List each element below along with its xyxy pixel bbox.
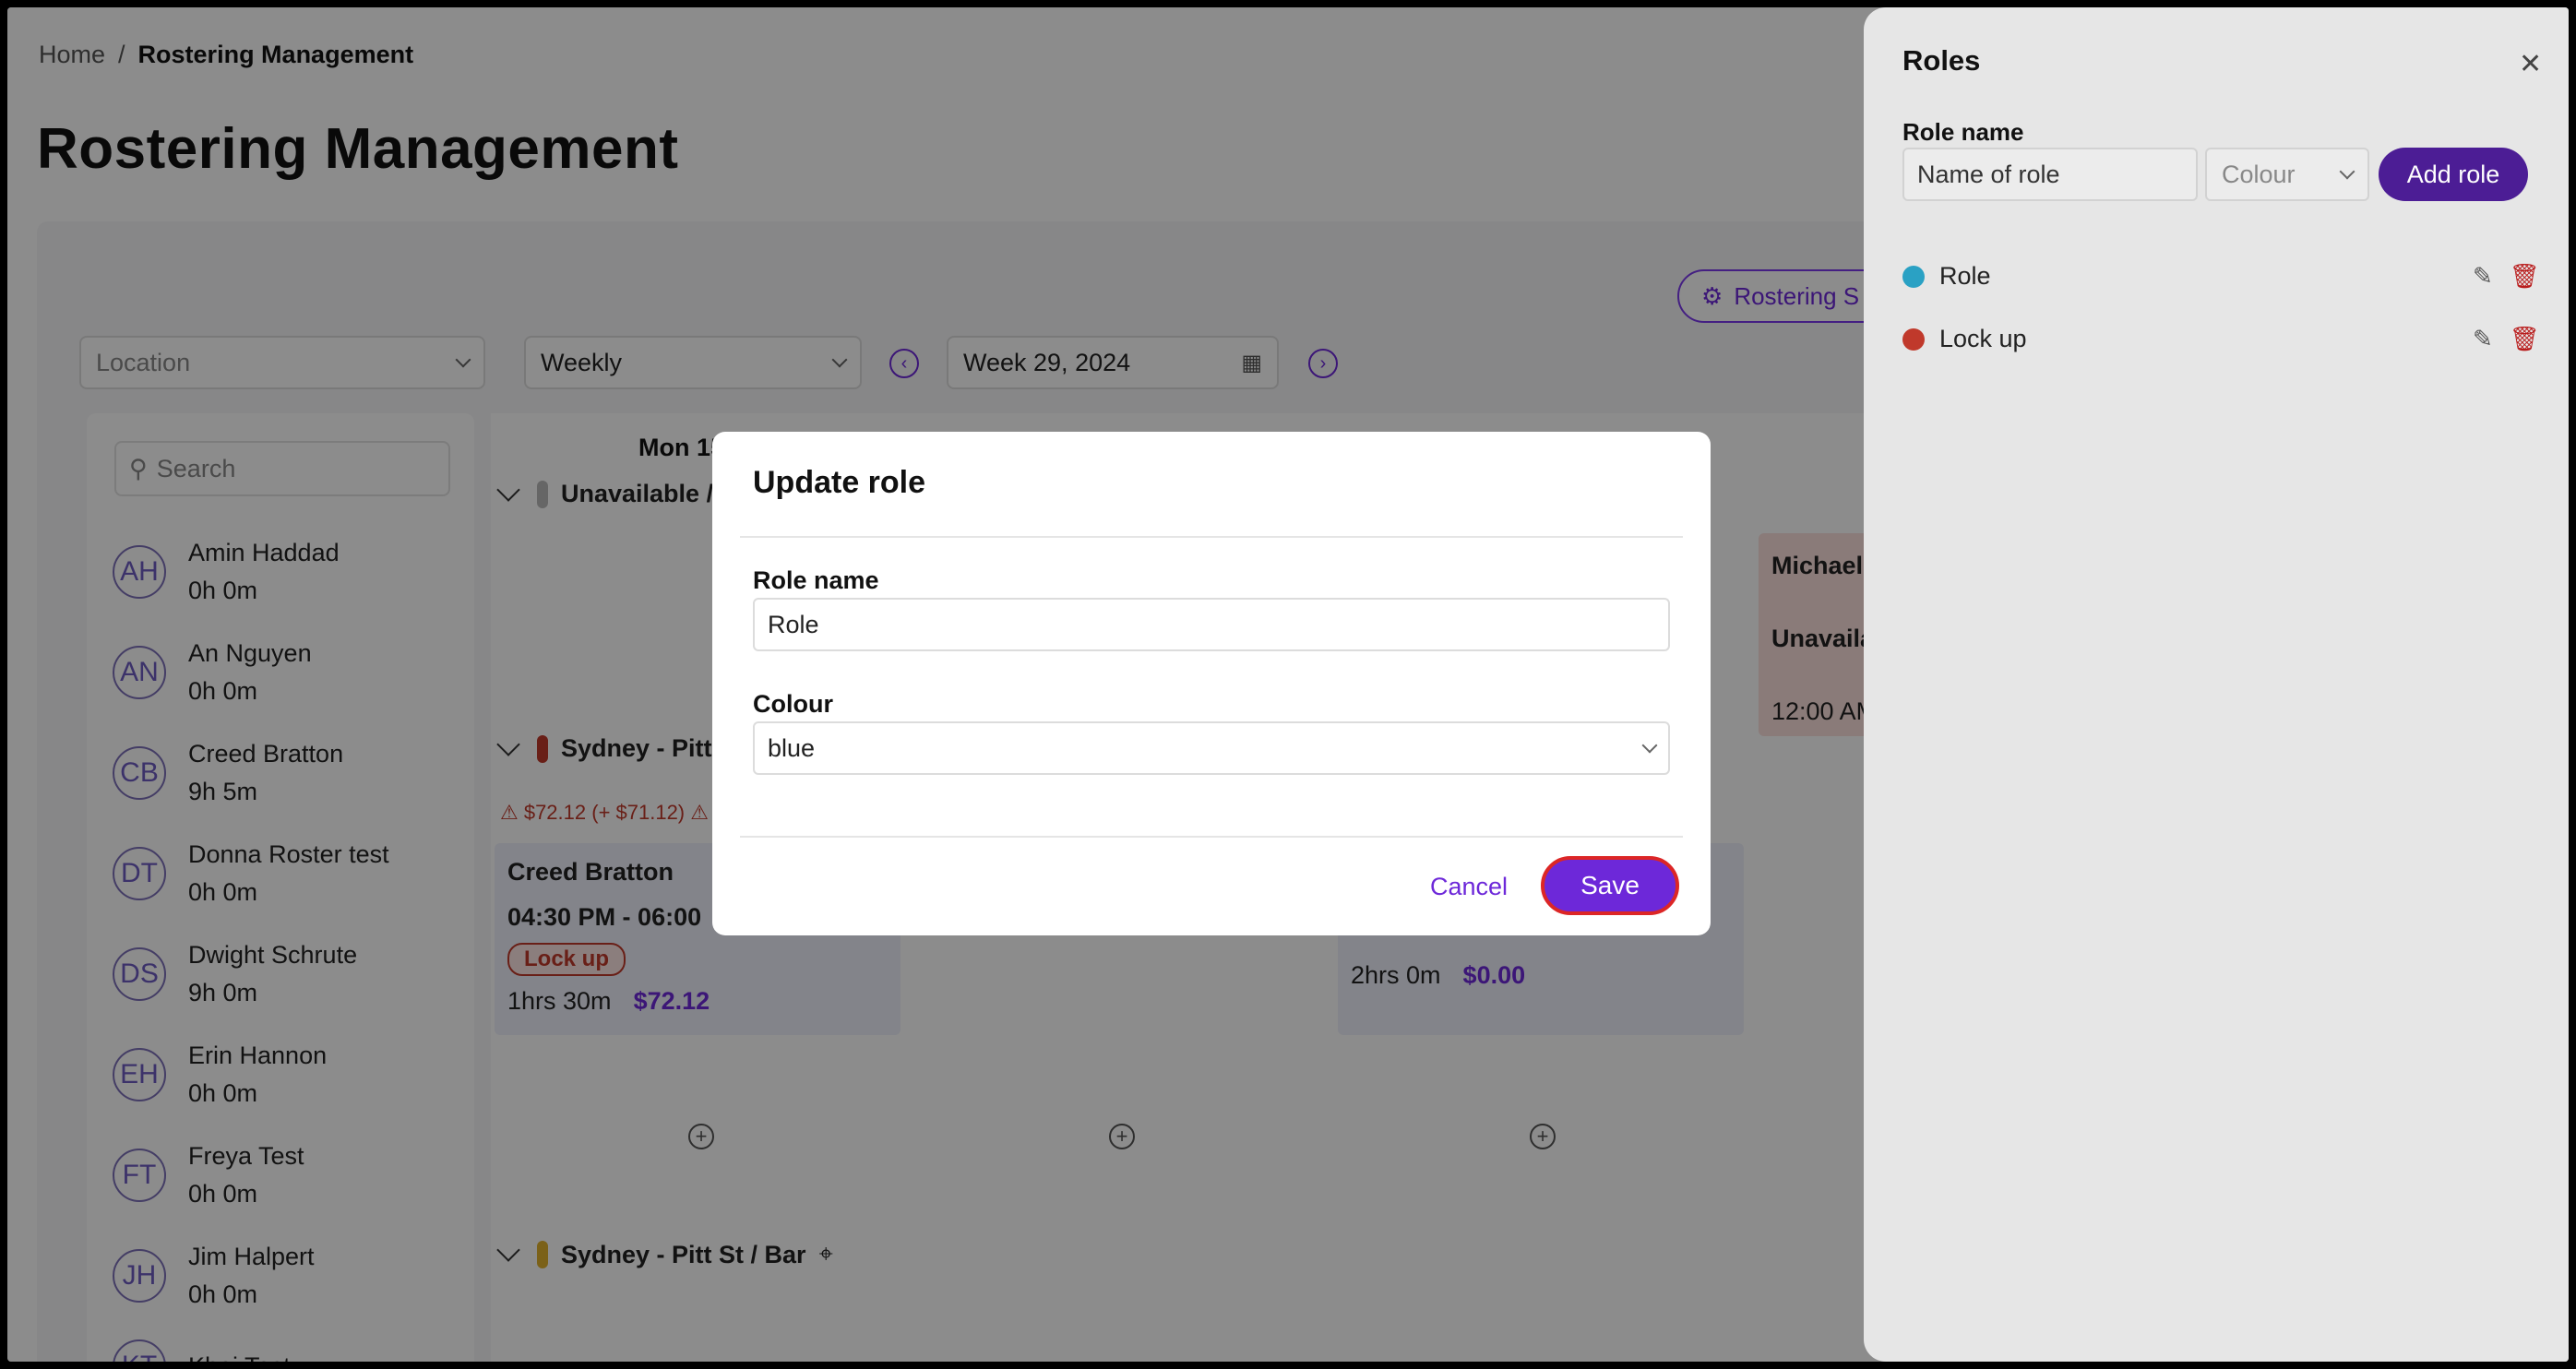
divider bbox=[740, 836, 1683, 838]
new-role-name-input[interactable]: Name of role bbox=[1902, 148, 2198, 201]
role-name: Role bbox=[1939, 262, 1991, 290]
role-name: Lock up bbox=[1939, 325, 2027, 352]
colour-placeholder: Colour bbox=[2222, 160, 2296, 188]
role-list-item: Role bbox=[1902, 262, 1991, 291]
trash-icon[interactable]: 🗑 bbox=[2510, 262, 2540, 291]
role-colour-dot bbox=[1902, 327, 1925, 351]
close-icon[interactable]: ✕ bbox=[2519, 48, 2542, 80]
colour-select[interactable]: blue bbox=[753, 721, 1670, 775]
drawer-role-name-label: Role name bbox=[1902, 118, 2024, 146]
roles-drawer: Roles ✕ Role name Name of role Colour Ad… bbox=[1864, 7, 2569, 1362]
cancel-button[interactable]: Cancel bbox=[1430, 873, 1508, 901]
save-button[interactable]: Save bbox=[1541, 856, 1679, 915]
edit-icon[interactable]: ✎ bbox=[2473, 262, 2493, 291]
chevron-down-icon bbox=[2339, 163, 2355, 180]
add-role-button[interactable]: Add role bbox=[2379, 148, 2528, 201]
chevron-down-icon bbox=[1641, 737, 1658, 754]
update-role-modal: Update role Role name Role Colour blue C… bbox=[712, 432, 1711, 935]
role-name-value: Role bbox=[768, 610, 819, 638]
colour-value: blue bbox=[768, 733, 816, 762]
app-window: Home / Rostering Management Rostering Ma… bbox=[7, 7, 2569, 1362]
role-colour-dot bbox=[1902, 265, 1925, 288]
colour-label: Colour bbox=[753, 690, 833, 718]
role-name-input[interactable]: Role bbox=[753, 598, 1670, 651]
drawer-title: Roles bbox=[1902, 44, 1981, 77]
new-role-placeholder: Name of role bbox=[1917, 160, 2060, 188]
new-role-colour-select[interactable]: Colour bbox=[2205, 148, 2369, 201]
divider bbox=[740, 536, 1683, 538]
trash-icon[interactable]: 🗑 bbox=[2510, 325, 2540, 353]
role-list-item: Lock up bbox=[1902, 325, 2027, 353]
role-name-label: Role name bbox=[753, 566, 879, 594]
modal-title: Update role bbox=[753, 465, 926, 500]
edit-icon[interactable]: ✎ bbox=[2473, 325, 2493, 353]
